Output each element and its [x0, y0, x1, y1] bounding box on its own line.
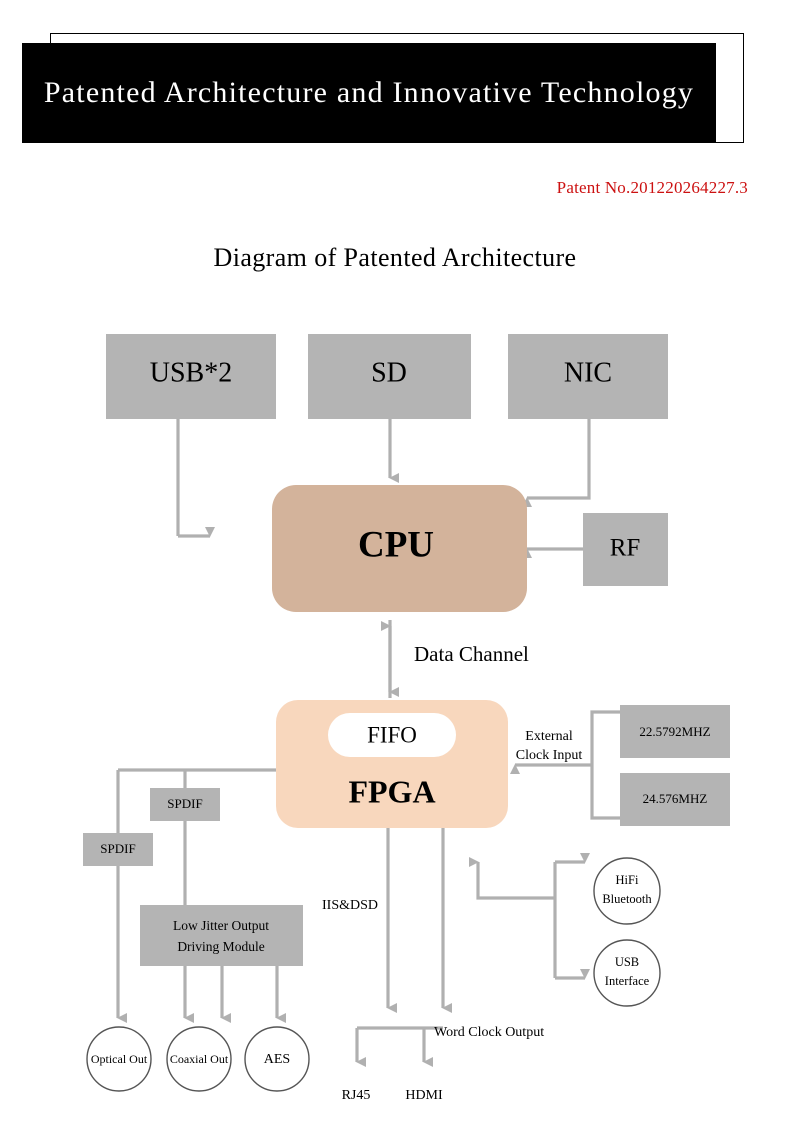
node-usb-label: USB*2 [150, 357, 232, 388]
node-rj45-label: RJ45 [342, 1088, 371, 1103]
node-nic-label: NIC [564, 357, 612, 388]
node-fifo-label: FIFO [367, 722, 417, 747]
node-low-jitter-module[interactable] [140, 905, 303, 966]
connector-nic-to-cpu [522, 419, 591, 507]
node-low-jitter-label-line1: Low Jitter Output [173, 918, 269, 933]
edge-label-external-clock-line2: Clock Input [516, 748, 583, 763]
edge-label-external-clock-line1: External [525, 729, 573, 744]
node-clock-22-label: 22.5792MHZ [639, 724, 710, 739]
edge-label-data-channel: Data Channel [414, 642, 529, 666]
edge-label-iis-dsd: IIS&DSD [322, 898, 378, 913]
node-usb-interface-label-line2: Interface [605, 974, 650, 988]
architecture-diagram: USB*2 SD NIC CPU RF FIFO FPGA 22.5792MHZ… [83, 334, 730, 1103]
node-hdmi-label: HDMI [405, 1088, 443, 1103]
node-clock-24-label: 24.576MHZ [643, 791, 708, 806]
node-cpu-label: CPU [358, 524, 434, 565]
node-fpga-label: FPGA [348, 773, 435, 809]
edge-label-word-clock-output: Word Clock Output [434, 1025, 544, 1040]
node-low-jitter-label-line2: Driving Module [177, 939, 264, 954]
node-sd-label: SD [371, 357, 407, 388]
node-optical-out-label: Optical Out [91, 1052, 148, 1066]
connector-clock-bracket [590, 710, 620, 820]
node-aes-label: AES [264, 1052, 290, 1067]
node-hifi-bluetooth-label-line2: Bluetooth [602, 892, 652, 906]
node-spdif-upper-label: SPDIF [167, 796, 202, 811]
node-hifi-bluetooth-label-line1: HiFi [616, 873, 639, 887]
connector-right-branch-up [469, 857, 555, 900]
node-spdif-lower-label: SPDIF [100, 841, 135, 856]
node-coaxial-out-label: Coaxial Out [170, 1052, 229, 1066]
node-usb-interface-label-line1: USB [615, 955, 639, 969]
node-rf-label: RF [610, 535, 641, 562]
